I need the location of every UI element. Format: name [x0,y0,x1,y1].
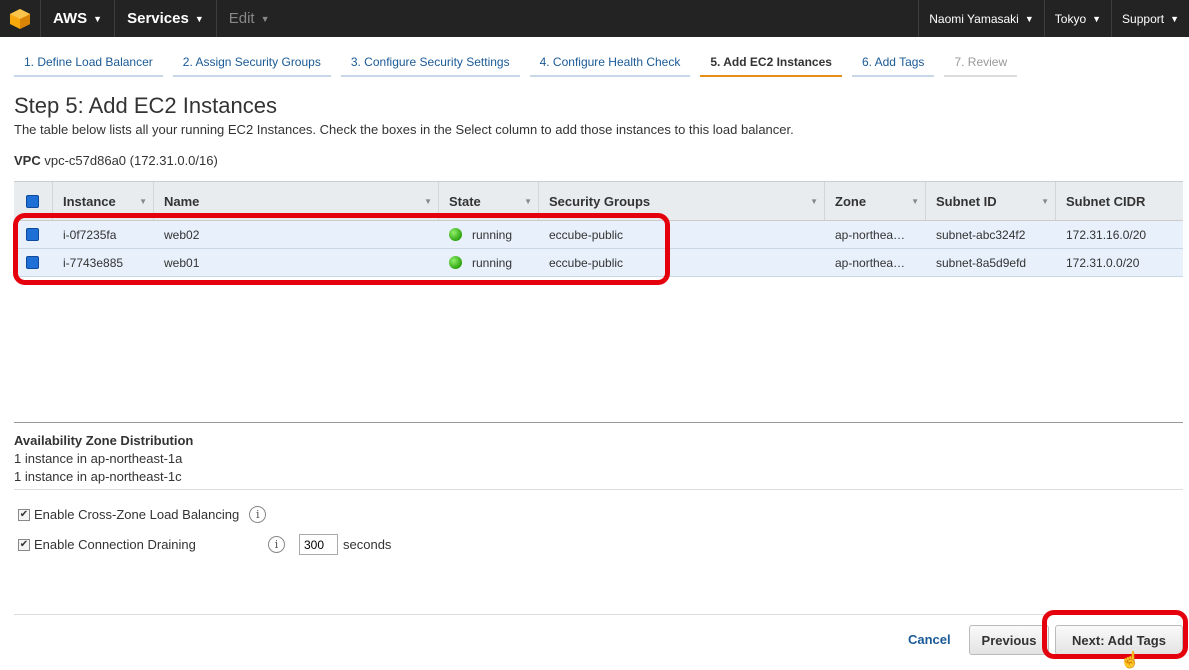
aws-menu-label: AWS [53,10,88,27]
az-heading: Availability Zone Distribution [14,433,194,448]
chevron-down-icon: ▼ [1170,13,1179,24]
info-icon[interactable]: i [249,506,267,523]
chevron-down-icon: ▼ [1024,13,1034,24]
sort-icon: ▼ [810,196,818,206]
col-subnet-cidr-label: Subnet CIDR [1066,193,1146,209]
edit-menu[interactable]: Edit ▼ [215,0,282,37]
tab-add-ec2-instances[interactable]: 5. Add EC2 Instances [700,52,842,77]
info-icon[interactable]: i [268,536,285,553]
az-distribution: Availability Zone Distribution 1 instanc… [14,432,193,486]
edit-menu-label: Edit [228,10,255,27]
sort-icon: ▼ [424,196,432,206]
cross-zone-option: ✔ Enable Cross-Zone Load Balancing i [18,506,267,523]
services-menu-label: Services [127,10,189,27]
instance-zone: ap-northea… [835,255,906,270]
vpc-info: VPC vpc-c57d86a0 (172.31.0.0/16) [14,153,218,168]
cross-zone-checkbox[interactable]: ✔ [18,508,30,521]
connection-draining-label: Enable Connection Draining [34,537,196,552]
sort-icon: ▼ [911,196,919,206]
tab-add-tags[interactable]: 6. Add Tags [851,52,935,77]
col-instance-label: Instance [63,193,116,209]
aws-cube-icon[interactable] [0,0,40,37]
user-menu[interactable]: Naomi Yamasaki ▼ [918,0,1044,37]
tab-review: 7. Review [944,52,1018,77]
col-subnet-id[interactable]: Subnet ID ▼ [926,182,1056,220]
page-title: Step 5: Add EC2 Instances [14,93,277,118]
tab-configure-health-check[interactable]: 4. Configure Health Check [529,52,691,77]
col-zone-label: Zone [835,193,867,209]
top-nav: AWS ▼ Services ▼ Edit ▼ Naomi Yamasaki ▼ Tok… [0,0,1189,37]
tab-configure-security-settings[interactable]: 3. Configure Security Settings [340,52,520,77]
aws-menu[interactable]: AWS ▼ [40,0,114,37]
support-menu-label: Support [1122,11,1165,26]
support-menu[interactable]: Support ▼ [1111,0,1189,37]
instance-subnet-cidr: 172.31.0.0/20 [1066,255,1140,270]
instance-subnet-id: subnet-8a5d9efd [936,255,1027,270]
wizard-tabs: 1. Define Load Balancer 2. Assign Securi… [14,52,1027,77]
instance-zone: ap-northea… [835,227,906,242]
page-description: The table below lists all your running E… [14,122,794,137]
connection-draining-option: ✔ Enable Connection Draining i seconds [18,534,391,555]
divider [14,614,1183,615]
col-name-label: Name [164,193,200,209]
region-menu-label: Tokyo [1054,11,1087,26]
sort-icon: ▼ [524,196,532,206]
chevron-down-icon: ▼ [260,13,270,24]
cross-zone-label: Enable Cross-Zone Load Balancing [34,507,240,522]
col-zone[interactable]: Zone ▼ [825,182,926,220]
col-state-label: State [449,193,481,209]
col-security-groups-label: Security Groups [549,193,651,209]
services-menu[interactable]: Services ▼ [114,0,216,37]
highlight-annotation [1042,610,1188,659]
draining-unit-label: seconds [343,537,392,552]
tab-define-load-balancer[interactable]: 1. Define Load Balancer [14,52,163,77]
highlight-annotation [13,213,670,285]
col-subnet-cidr[interactable]: Subnet CIDR [1056,182,1183,220]
tab-assign-security-groups[interactable]: 2. Assign Security Groups [172,52,331,77]
instance-subnet-id: subnet-abc324f2 [936,227,1026,242]
sort-icon: ▼ [139,196,147,206]
user-menu-label: Naomi Yamasaki [929,11,1019,26]
vpc-value: vpc-c57d86a0 (172.31.0.0/16) [44,153,218,168]
chevron-down-icon: ▼ [93,13,103,24]
region-menu[interactable]: Tokyo ▼ [1043,0,1111,37]
connection-draining-checkbox[interactable]: ✔ [18,538,30,551]
vpc-label: VPC [14,153,41,168]
nav-right: Naomi Yamasaki ▼ Tokyo ▼ Support ▼ [918,0,1189,37]
select-all-checkbox[interactable] [26,194,39,208]
instance-subnet-cidr: 172.31.16.0/20 [1066,227,1147,242]
az-line: 1 instance in ap-northeast-1a [14,451,183,466]
hand-cursor-icon: ☝ [1120,652,1140,669]
draining-timeout-input[interactable] [299,534,338,555]
col-subnet-id-label: Subnet ID [936,193,997,209]
previous-button[interactable]: Previous [969,625,1049,655]
az-line: 1 instance in ap-northeast-1c [14,469,182,484]
divider [14,422,1183,423]
chevron-down-icon: ▼ [194,13,204,24]
divider [14,489,1183,490]
chevron-down-icon: ▼ [1092,13,1102,24]
sort-icon: ▼ [1041,196,1049,206]
cancel-button[interactable]: Cancel [908,632,951,647]
